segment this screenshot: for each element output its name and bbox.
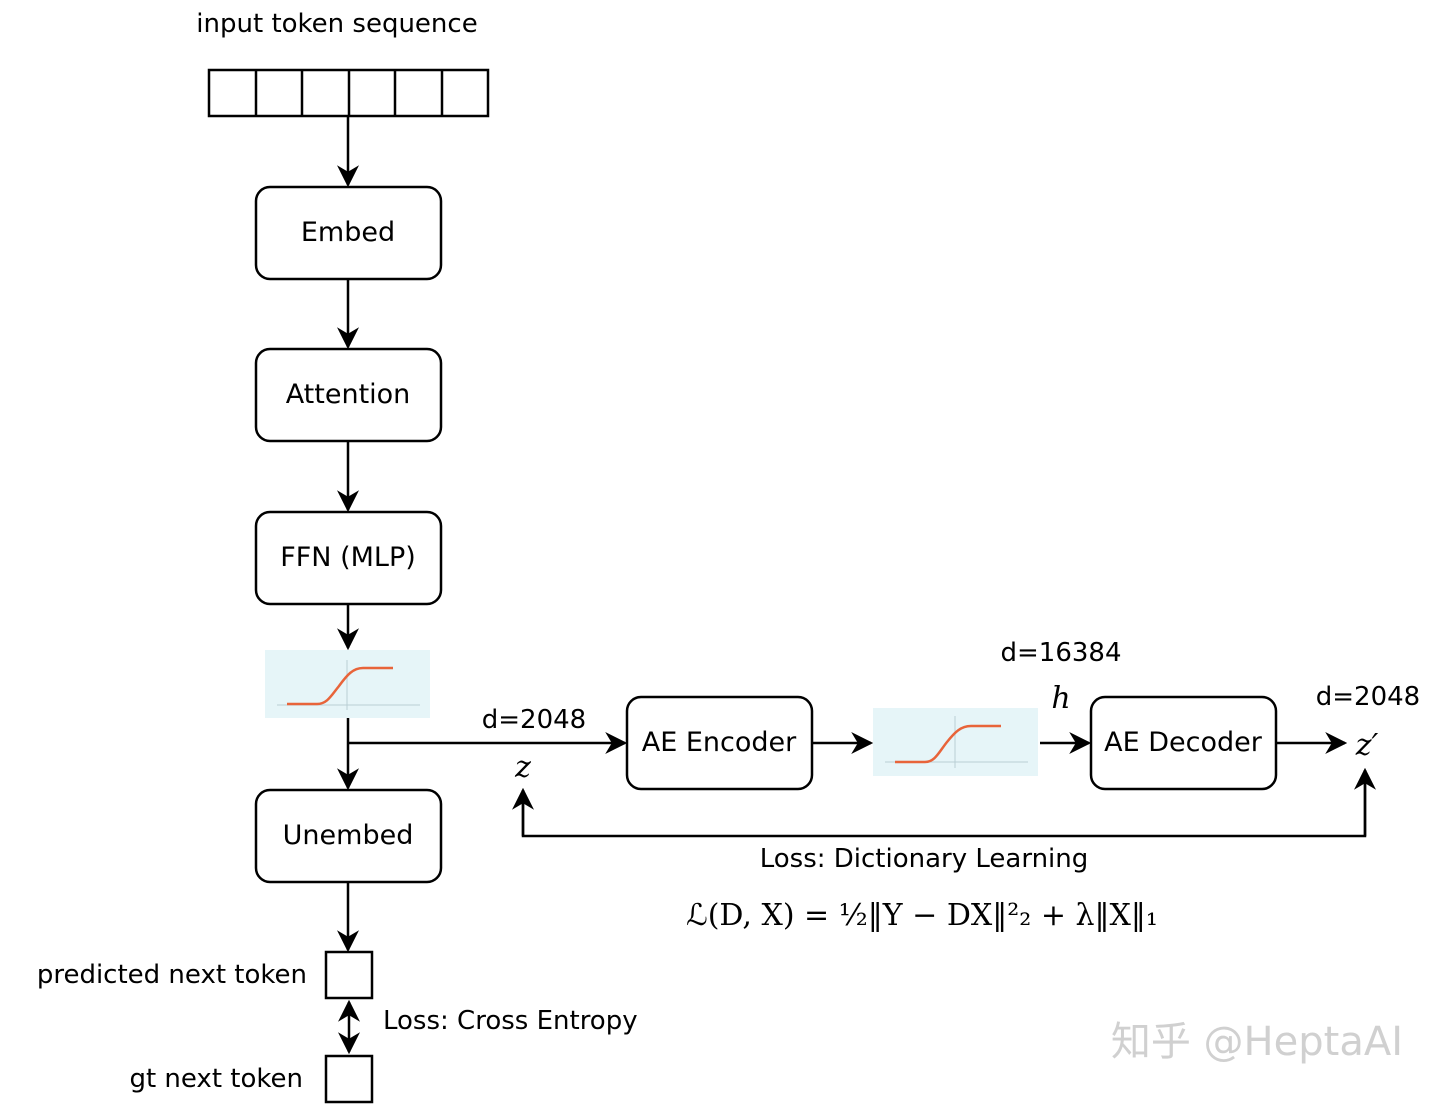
zprime-dim-label: d=2048 — [1316, 682, 1420, 712]
activation-plot-icon — [265, 650, 430, 718]
input-token-sequence — [207, 68, 490, 118]
watermark: 知乎 @HeptaAI — [1111, 1019, 1403, 1065]
cross-entropy-label: Loss: Cross Entropy — [383, 1006, 638, 1036]
ae-decoder-block: AE Decoder — [1089, 695, 1278, 791]
ae-encoder-label: AE Encoder — [642, 727, 797, 758]
ae-encoder-block: AE Encoder — [625, 695, 814, 791]
input-sequence-title: input token sequence — [196, 9, 477, 39]
h-dim-label: d=16384 — [1001, 638, 1122, 668]
ffn-label: FFN (MLP) — [280, 542, 416, 573]
ae-decoder-label: AE Decoder — [1104, 727, 1263, 758]
gt-token-box — [324, 1054, 374, 1104]
model-diagram: input token sequence Embed Attention FFN… — [37, 9, 1420, 1104]
predicted-token-label: predicted next token — [37, 960, 307, 990]
unembed-block: Unembed — [254, 788, 443, 884]
h-variable: h — [1051, 681, 1070, 716]
ffn-block: FFN (MLP) — [254, 510, 443, 606]
embed-label: Embed — [301, 217, 395, 248]
unembed-label: Unembed — [283, 820, 414, 851]
activation-plot-icon — [873, 708, 1038, 776]
zprime-variable: z′ — [1355, 728, 1379, 763]
embed-block: Embed — [254, 185, 443, 281]
attention-block: Attention — [254, 347, 443, 443]
attention-label: Attention — [286, 379, 411, 410]
dictionary-loss-formula: ℒ(D, X) = ½‖Y − DX‖²₂ + λ‖X‖₁ — [686, 898, 1158, 933]
z-variable: z — [514, 750, 531, 785]
gt-token-label: gt next token — [129, 1064, 303, 1094]
z-dim-label: d=2048 — [482, 705, 586, 735]
predicted-token-box — [324, 950, 374, 1000]
dictionary-loss-title: Loss: Dictionary Learning — [760, 844, 1089, 874]
